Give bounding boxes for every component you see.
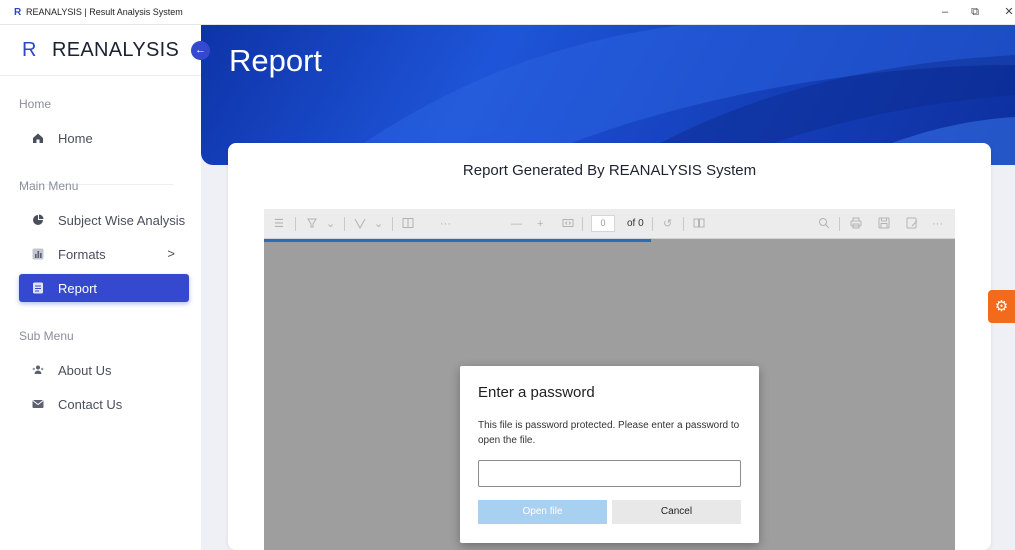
open-file-button[interactable]: Open file	[478, 500, 607, 524]
pie-chart-icon	[32, 214, 44, 226]
sidebar-item-home[interactable]: Home	[19, 124, 189, 152]
two-page-icon[interactable]	[693, 217, 705, 233]
settings-tab[interactable]: ⚙	[988, 290, 1015, 323]
minimize-button[interactable]: –	[934, 4, 956, 20]
page-number-input[interactable]: 0	[591, 215, 615, 232]
dialog-message: This file is password protected. Please …	[478, 420, 740, 446]
password-dialog: Enter a password This file is password p…	[460, 366, 759, 543]
divider	[392, 217, 393, 231]
collapse-sidebar-button[interactable]: ←	[191, 41, 210, 60]
envelope-icon	[32, 398, 44, 410]
brand-name: REANALYSIS	[52, 39, 180, 61]
document-icon	[32, 282, 44, 294]
brand-logo: R	[22, 39, 37, 61]
more-icon[interactable]: ···	[440, 217, 451, 231]
password-input[interactable]	[478, 460, 741, 487]
divider	[344, 217, 345, 231]
pdf-toolbar: ☰ ⌄ ⌄ ··· — + 0 of 0 ↺ ···	[264, 209, 955, 239]
page-title: Report	[229, 43, 323, 78]
sidebar-item-label: Home	[58, 131, 93, 146]
chevron-down-icon[interactable]: ⌄	[326, 217, 335, 231]
highlight-icon[interactable]	[306, 217, 318, 233]
sidebar-item-subject-wise-analysis[interactable]: Subject Wise Analysis	[19, 206, 189, 234]
close-button[interactable]: ✕	[998, 4, 1015, 20]
chevron-down-icon[interactable]: ⌄	[374, 217, 383, 231]
zoom-out-icon[interactable]: —	[511, 217, 522, 231]
save-icon[interactable]	[878, 217, 890, 233]
divider	[839, 217, 840, 231]
restore-button[interactable]: ⧉	[964, 4, 986, 20]
section-label-sub-menu: Sub Menu	[19, 329, 74, 343]
page-view-icon[interactable]	[402, 217, 414, 233]
fit-page-icon[interactable]	[562, 217, 574, 233]
dialog-title: Enter a password	[478, 384, 595, 401]
sidebar: R REANALYSIS Home Home Main Menu Subject…	[0, 25, 201, 550]
cancel-button[interactable]: Cancel	[612, 500, 741, 524]
contents-icon[interactable]: ☰	[274, 217, 284, 231]
chevron-right-icon: >	[167, 246, 175, 261]
divider	[652, 217, 653, 231]
card-title: Report Generated By REANALYSIS System	[462, 162, 757, 179]
sidebar-item-label: Report	[58, 281, 98, 296]
search-icon[interactable]	[818, 217, 830, 233]
save-as-icon[interactable]	[906, 217, 918, 233]
window-title: REANALYSIS | Result Analysis System	[26, 7, 183, 17]
sidebar-item-formats[interactable]: Formats >	[19, 240, 189, 268]
app-icon: R	[14, 7, 22, 18]
divider	[0, 75, 201, 76]
divider	[683, 217, 684, 231]
bar-chart-icon	[32, 248, 44, 260]
print-icon[interactable]	[850, 217, 862, 233]
home-icon	[32, 132, 44, 144]
section-label-main-menu: Main Menu	[19, 179, 79, 193]
divider	[295, 217, 296, 231]
window-titlebar: R REANALYSIS | Result Analysis System – …	[0, 0, 1015, 25]
zoom-in-icon[interactable]: +	[537, 217, 543, 231]
sidebar-item-about-us[interactable]: About Us	[19, 356, 189, 384]
more-icon[interactable]: ···	[932, 217, 943, 231]
sidebar-item-label: Contact Us	[58, 397, 123, 412]
sidebar-item-label: Formats	[58, 247, 106, 262]
sidebar-item-label: About Us	[58, 363, 112, 378]
sidebar-item-report[interactable]: Report	[19, 274, 189, 302]
draw-icon[interactable]	[354, 217, 366, 233]
users-icon	[32, 364, 44, 376]
page-count: of 0	[627, 218, 644, 229]
divider	[582, 217, 583, 231]
section-label-home: Home	[19, 97, 52, 111]
rotate-icon[interactable]: ↺	[663, 217, 672, 231]
arrow-left-icon: ←	[195, 44, 206, 56]
sidebar-item-label: Subject Wise Analysis	[58, 213, 186, 228]
sidebar-item-contact-us[interactable]: Contact Us	[19, 390, 189, 418]
gear-icon: ⚙	[994, 298, 1009, 315]
load-progress-bar	[264, 239, 651, 242]
